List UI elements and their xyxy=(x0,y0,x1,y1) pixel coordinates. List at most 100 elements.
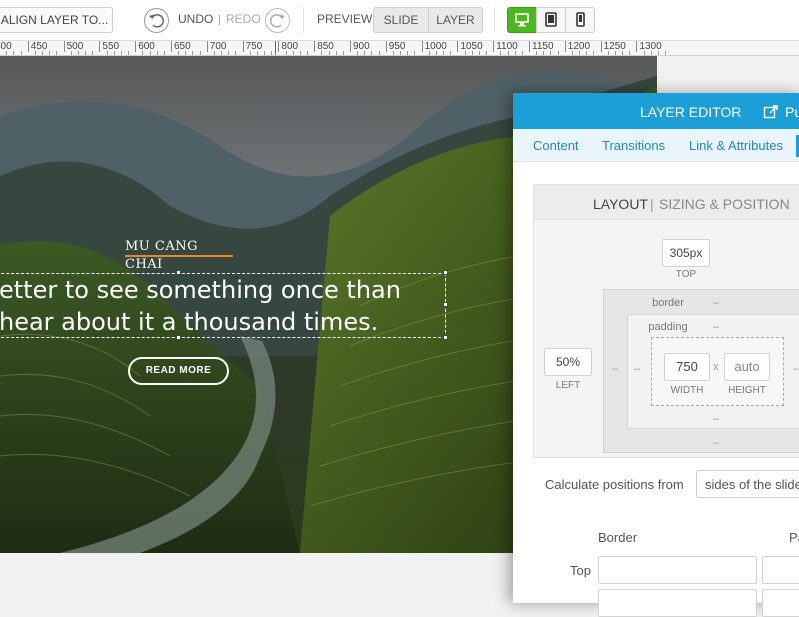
ruler-tick xyxy=(472,51,473,55)
border-right-input[interactable] xyxy=(598,589,757,617)
top-position-input[interactable]: 305px xyxy=(662,239,710,267)
left-position-input[interactable]: 50% xyxy=(544,348,592,376)
sizing-position-title[interactable]: SIZING & POSITION xyxy=(659,196,790,212)
layout-title[interactable]: LAYOUT xyxy=(593,196,648,212)
ruler-label: 750 xyxy=(243,41,263,52)
border-caption: border xyxy=(650,297,686,309)
popout-icon[interactable] xyxy=(763,104,779,120)
ruler-tick xyxy=(42,51,43,55)
border-left-dash: – xyxy=(612,363,618,375)
preview-slide-button[interactable]: SLIDE xyxy=(374,8,428,32)
undo-label[interactable]: UNDO xyxy=(178,12,213,26)
ruler-tick xyxy=(651,51,652,55)
border-column-label: Border xyxy=(598,530,637,545)
preview-layer-button[interactable]: LAYER xyxy=(428,8,482,32)
tab-content[interactable]: Content xyxy=(533,138,579,153)
ruler-tick xyxy=(142,51,143,55)
ruler-tick xyxy=(329,51,330,55)
redo-label[interactable]: REDO xyxy=(226,12,261,26)
padding-top-input[interactable] xyxy=(762,556,799,584)
ruler-tick xyxy=(343,51,344,55)
ruler-tick xyxy=(436,51,437,55)
padding-right-input[interactable] xyxy=(762,589,799,617)
resize-handle-top[interactable] xyxy=(176,270,181,275)
times-sign: x xyxy=(713,361,719,373)
popout-label[interactable]: Pu xyxy=(785,104,799,120)
ruler-tick xyxy=(293,51,294,55)
ruler-tick xyxy=(6,51,7,55)
ruler-tick xyxy=(572,51,573,55)
desktop-view-button[interactable] xyxy=(507,7,537,33)
ruler-tick xyxy=(608,51,609,55)
layer-editor-title: LAYER EDITOR xyxy=(640,104,741,120)
calc-positions-select[interactable]: sides of the slide xyxy=(696,470,799,498)
ruler-tick xyxy=(429,51,430,55)
ruler-tick xyxy=(558,51,559,55)
layer-editor-tabs: Content Transitions Link & Attributes xyxy=(513,129,799,162)
editor-toolbar: ALIGN LAYER TO... UNDO | REDO PREVIEW SL… xyxy=(0,0,799,41)
border-top-dash: – xyxy=(713,297,719,309)
read-more-button[interactable]: READ MORE xyxy=(128,357,229,385)
padding-column-label: Paddin xyxy=(789,530,799,545)
padding-caption: padding xyxy=(648,321,688,333)
preview-label: PREVIEW xyxy=(317,12,372,26)
redo-button[interactable] xyxy=(265,8,290,33)
left-caption: LEFT xyxy=(544,380,592,392)
ruler-tick xyxy=(214,51,215,55)
layout-section-header: LAYOUT | SIZING & POSITION xyxy=(534,185,799,220)
ruler-tick xyxy=(658,51,659,55)
ruler-tick xyxy=(49,51,50,55)
redo-icon xyxy=(266,9,289,32)
ruler-tick xyxy=(622,51,623,55)
padding-left-dash: – xyxy=(634,363,640,375)
mobile-icon xyxy=(566,8,594,32)
align-layer-button[interactable]: ALIGN LAYER TO... xyxy=(0,7,113,33)
ruler-position-marker xyxy=(275,41,276,56)
ruler-label: 500 xyxy=(64,41,84,52)
ruler-tick xyxy=(56,51,57,55)
resize-handle-bottom-right[interactable] xyxy=(443,335,448,340)
ruler-tick xyxy=(128,51,129,55)
ruler-tick xyxy=(250,51,251,55)
ruler-tick xyxy=(629,51,630,55)
ruler-tick xyxy=(35,51,36,55)
ruler-tick xyxy=(271,51,272,55)
undo-button[interactable] xyxy=(144,8,169,33)
ruler-tick xyxy=(414,51,415,55)
ruler-tick xyxy=(407,51,408,55)
ruler-tick xyxy=(164,51,165,55)
ruler-tick xyxy=(235,51,236,55)
heading-line-2: hear about it a thousand times. xyxy=(0,308,378,337)
resize-handle-right[interactable] xyxy=(443,302,448,307)
width-input[interactable]: 750 xyxy=(664,353,710,381)
ruler-tick xyxy=(536,51,537,55)
ruler-tick xyxy=(486,51,487,55)
layer-editor-header[interactable]: LAYER EDITOR Pu xyxy=(513,93,799,129)
tablet-view-button[interactable] xyxy=(536,7,566,33)
ruler-tick xyxy=(364,51,365,55)
slide-subtitle[interactable]: MU CANG CHAI xyxy=(125,237,233,257)
ruler-label: 700 xyxy=(207,41,227,52)
tab-link-attributes[interactable]: Link & Attributes xyxy=(689,138,783,153)
calc-positions-value: sides of the slide xyxy=(705,477,799,492)
top-caption: TOP xyxy=(662,269,710,281)
ruler-tick xyxy=(393,51,394,55)
height-input[interactable]: auto xyxy=(724,353,770,381)
padding-top-dash: – xyxy=(713,321,719,333)
border-top-input[interactable] xyxy=(598,556,757,584)
resize-handle-top-right[interactable] xyxy=(443,270,448,275)
mobile-view-button[interactable] xyxy=(565,7,595,33)
padding-bottom-dash: – xyxy=(713,413,719,425)
ruler-tick xyxy=(192,51,193,55)
horizontal-ruler[interactable]: 4004505005506006507007508008509009501000… xyxy=(0,41,799,56)
calc-positions-label: Calculate positions from xyxy=(545,477,684,492)
top-row-label: Top xyxy=(570,563,591,578)
ruler-tick xyxy=(121,51,122,55)
ruler-tick xyxy=(257,51,258,55)
selected-heading-layer[interactable]: etter to see something once than hear ab… xyxy=(0,273,446,338)
ruler-tick xyxy=(321,51,322,55)
resize-handle-bottom[interactable] xyxy=(176,335,181,340)
tab-transitions[interactable]: Transitions xyxy=(602,138,665,153)
ruler-tick xyxy=(515,51,516,55)
ruler-tick xyxy=(221,51,222,55)
